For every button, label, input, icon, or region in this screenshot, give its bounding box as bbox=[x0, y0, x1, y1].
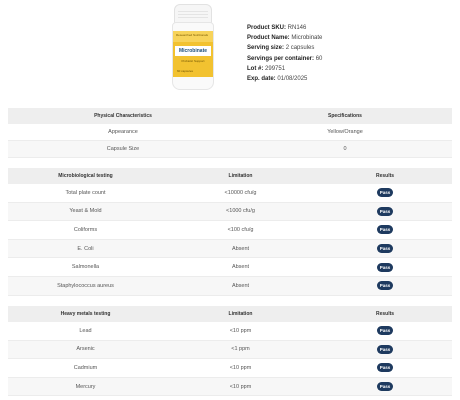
header-physical: Physical Characteristics bbox=[94, 113, 152, 119]
pass-badge: Pass bbox=[377, 225, 393, 235]
bottle-label: Researched Nutritionals Microbinate Prob… bbox=[173, 31, 213, 77]
header-results: Results bbox=[375, 173, 395, 179]
cell-limit: Absent bbox=[231, 282, 250, 289]
cell-test: Total plate count bbox=[65, 189, 106, 196]
table-row: Arsenic <1 ppm Pass bbox=[8, 340, 452, 360]
cell-limit: <10000 cfu/g bbox=[224, 189, 257, 196]
cell-result: Pass bbox=[318, 344, 452, 354]
cell-name: Capsule Size bbox=[106, 146, 140, 152]
table-row: Total plate count <10000 cfu/g Pass bbox=[8, 184, 452, 203]
micro-table-header: Microbiological testing Limitation Resul… bbox=[8, 168, 452, 184]
pass-badge: Pass bbox=[377, 326, 393, 336]
table-row: Staphylococcus aureus Absent Pass bbox=[8, 276, 452, 296]
cell-limit: <100 cfu/g bbox=[227, 226, 254, 233]
physical-table: Physical Characteristics Specifications … bbox=[8, 108, 452, 158]
info-value: 60 bbox=[315, 55, 323, 62]
cell-result: Pass bbox=[318, 363, 452, 373]
table-row: Capsule Size 0 bbox=[8, 141, 452, 158]
cell-result: Pass bbox=[318, 206, 452, 216]
physical-table-header: Physical Characteristics Specifications bbox=[8, 108, 452, 124]
cell-limit: <1 ppm bbox=[231, 346, 250, 353]
header-limitation: Limitation bbox=[228, 173, 253, 179]
cell-result: Pass bbox=[318, 188, 452, 198]
metals-table: Heavy metals testing Limitation Results … bbox=[8, 306, 452, 397]
header-limitation: Limitation bbox=[228, 311, 253, 317]
cell-limit: <10 ppm bbox=[229, 364, 252, 371]
header-micro-test: Microbiological testing bbox=[58, 173, 113, 179]
bottle-brand-text: Researched Nutritionals bbox=[176, 33, 209, 37]
cell-limit: <1000 cfu/g bbox=[226, 208, 255, 215]
cell-result: Pass bbox=[318, 281, 452, 291]
table-row: Coliforms <100 cfu/g Pass bbox=[8, 221, 452, 240]
info-label: Exp. date: bbox=[247, 76, 276, 83]
info-label: Product SKU: bbox=[247, 25, 286, 31]
cell-test: Mercury bbox=[75, 383, 96, 390]
cell-test: Cadmium bbox=[73, 364, 98, 371]
product-header: Researched Nutritionals Microbinate Prob… bbox=[0, 0, 460, 100]
cell-result: Pass bbox=[318, 225, 452, 235]
pass-badge: Pass bbox=[377, 244, 393, 254]
table-row: E. Coli Absent Pass bbox=[8, 239, 452, 259]
info-exp: Exp. date: 01/08/2025 bbox=[247, 74, 322, 84]
pass-badge: Pass bbox=[377, 188, 393, 198]
cell-limit: <10 ppm bbox=[229, 327, 252, 334]
cell-test: Arsenic bbox=[76, 346, 95, 353]
pass-badge: Pass bbox=[377, 344, 393, 354]
micro-table: Microbiological testing Limitation Resul… bbox=[8, 168, 452, 296]
info-value: 01/08/2025 bbox=[277, 76, 308, 83]
cell-test: Coliforms bbox=[73, 226, 98, 233]
info-name: Product Name: Microbinate bbox=[247, 33, 322, 43]
cell-spec: Yellow/Orange bbox=[327, 129, 363, 135]
table-row: Salmonella Absent Pass bbox=[8, 258, 452, 277]
table-row: Cadmium <10 ppm Pass bbox=[8, 359, 452, 378]
bottle-body: Researched Nutritionals Microbinate Prob… bbox=[172, 22, 214, 90]
info-value: Microbinate bbox=[291, 35, 323, 42]
cell-test: Yeast & Mold bbox=[69, 208, 102, 215]
cell-spec: 0 bbox=[343, 146, 347, 152]
cell-test: Lead bbox=[79, 327, 92, 334]
info-lot: Lot #: 299751 bbox=[247, 64, 322, 74]
info-value: RN146 bbox=[287, 25, 307, 31]
info-servings: Servings per container: 60 bbox=[247, 54, 322, 64]
product-info: Product SKU: RN146 Product Name: Microbi… bbox=[247, 23, 322, 84]
bottle-cap bbox=[174, 4, 212, 24]
info-serving-size: Serving size: 2 capsules bbox=[247, 43, 322, 53]
info-value: 299751 bbox=[265, 65, 286, 72]
cell-limit: Absent bbox=[231, 245, 250, 252]
pass-badge: Pass bbox=[377, 382, 393, 392]
info-label: Product Name: bbox=[247, 35, 290, 42]
header-results: Results bbox=[375, 311, 395, 317]
info-label: Lot #: bbox=[247, 65, 264, 72]
info-label: Serving size: bbox=[247, 45, 285, 52]
table-row: Mercury <10 ppm Pass bbox=[8, 377, 452, 397]
cell-result: Pass bbox=[318, 262, 452, 272]
header-specifications: Specifications bbox=[328, 113, 362, 119]
cell-test: Salmonella bbox=[71, 264, 100, 271]
cell-test: E. Coli bbox=[77, 245, 94, 252]
cell-result: Pass bbox=[318, 382, 452, 392]
table-row: Lead <10 ppm Pass bbox=[8, 322, 452, 341]
cell-result: Pass bbox=[318, 326, 452, 336]
bottle-count: 60 capsules bbox=[177, 69, 194, 73]
info-sku: Product SKU: RN146 bbox=[247, 23, 322, 33]
info-label: Servings per container: bbox=[247, 55, 315, 62]
bottle-subtitle: Probiotic Support bbox=[181, 59, 205, 63]
pass-badge: Pass bbox=[377, 281, 393, 291]
pass-badge: Pass bbox=[377, 363, 393, 373]
pass-badge: Pass bbox=[377, 206, 393, 216]
cell-limit: <10 ppm bbox=[229, 383, 252, 390]
cell-name: Appearance bbox=[108, 129, 138, 135]
product-bottle-image: Researched Nutritionals Microbinate Prob… bbox=[172, 4, 214, 90]
header-metals-test: Heavy metals testing bbox=[60, 311, 111, 317]
info-value: 2 capsules bbox=[285, 45, 315, 52]
pass-badge: Pass bbox=[377, 262, 393, 272]
bottle-product-name: Microbinate bbox=[175, 46, 211, 56]
table-row: Appearance Yellow/Orange bbox=[8, 124, 452, 141]
cell-result: Pass bbox=[318, 244, 452, 254]
cell-limit: Absent bbox=[231, 264, 250, 271]
metals-table-header: Heavy metals testing Limitation Results bbox=[8, 306, 452, 322]
cell-test: Staphylococcus aureus bbox=[57, 282, 114, 289]
table-row: Yeast & Mold <1000 cfu/g Pass bbox=[8, 202, 452, 222]
